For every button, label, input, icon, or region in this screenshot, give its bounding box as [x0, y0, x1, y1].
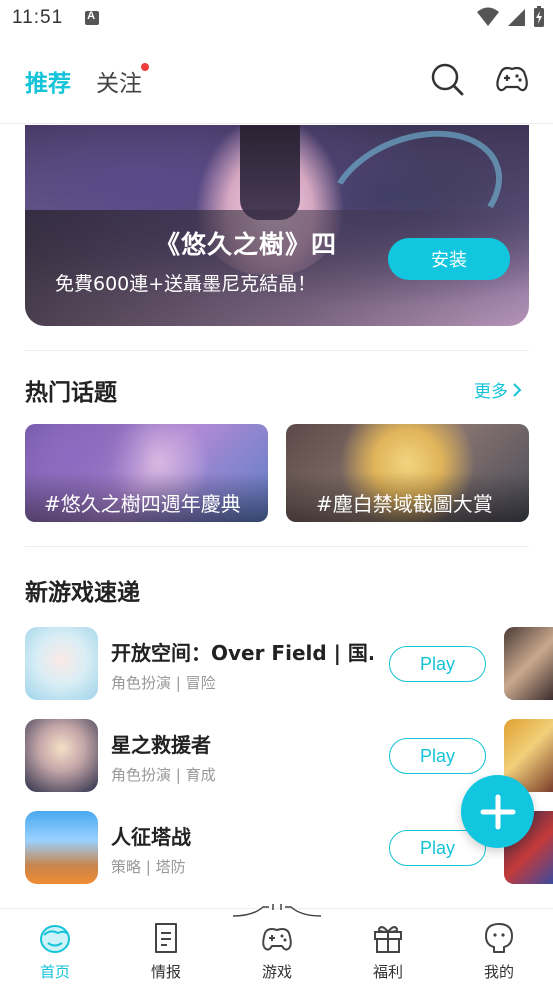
gamepad-icon[interactable] [495, 62, 529, 96]
add-fab-button[interactable] [461, 775, 534, 848]
unread-dot [141, 63, 149, 71]
game-tags: 策略 | 塔防 [111, 858, 186, 876]
plus-icon [480, 794, 515, 829]
divider [25, 546, 529, 547]
game-tags: 角色扮演 | 冒险 [111, 674, 216, 692]
game-tags: 角色扮演 | 育成 [111, 766, 216, 784]
bottom-nav: 首页 情报 游戏 福利 我的 [0, 904, 553, 984]
nav-home[interactable]: 首页 [15, 921, 95, 982]
game-avatar [25, 719, 98, 792]
nav-label: 情报 [150, 963, 181, 981]
game-avatar [25, 627, 98, 700]
nav-rewards[interactable]: 福利 [348, 921, 428, 982]
home-icon [40, 925, 70, 953]
hot-topics-title: 热门话题 [25, 380, 117, 406]
game-tab-bump [233, 904, 321, 917]
banner-title: 《悠久之樹》四 [155, 230, 338, 259]
topic-label: #塵白禁域截圖大賞 [316, 492, 493, 516]
game-avatar [25, 811, 98, 884]
status-time: 11:51 [12, 7, 64, 28]
status-indicators [477, 6, 545, 28]
banner-subtitle: 免費600連+送聶墨尼克結晶！ [55, 273, 317, 295]
new-games-title: 新游戏速递 [25, 580, 140, 606]
gift-icon [374, 926, 402, 953]
status-bar: 11:51 [0, 0, 553, 36]
promo-banner[interactable]: 《悠久之樹》四 免費600連+送聶墨尼克結晶！ 安装 [25, 125, 529, 326]
tab-follow[interactable]: 关注 [96, 64, 142, 98]
game-name: 人征塔战 [111, 825, 191, 849]
install-button[interactable]: 安装 [388, 238, 510, 280]
game-row[interactable]: 开放空间：Over Field | 国... 角色扮演 | 冒险 Play [25, 627, 495, 701]
nav-label: 首页 [39, 963, 70, 981]
topic-label: #悠久之樹四週年慶典 [44, 492, 241, 516]
play-button[interactable]: Play [389, 738, 486, 774]
topic-card[interactable]: #悠久之樹四週年慶典 [25, 424, 268, 522]
chevron-right-icon [513, 382, 522, 397]
nav-label: 福利 [372, 963, 403, 981]
nav-games[interactable]: 游戏 [237, 921, 317, 982]
search-icon[interactable] [430, 62, 464, 96]
divider [25, 350, 529, 351]
nav-news[interactable]: 情报 [126, 921, 206, 982]
game-name: 星之救援者 [111, 733, 211, 757]
topic-card[interactable]: #塵白禁域截圖大賞 [286, 424, 529, 522]
signal-icon [508, 9, 525, 26]
game-row[interactable]: 人征塔战 策略 | 塔防 Play [25, 811, 495, 885]
side-thumbnail[interactable] [504, 627, 553, 700]
tab-recommend[interactable]: 推荐 [25, 64, 71, 98]
wifi-icon [477, 7, 499, 26]
nav-profile[interactable]: 我的 [459, 921, 539, 982]
play-button[interactable]: Play [389, 646, 486, 682]
news-icon [155, 923, 177, 953]
game-name: 开放空间：Over Field | 国... [111, 641, 373, 665]
nav-label: 我的 [483, 963, 514, 981]
game-controller-icon [262, 928, 292, 951]
nav-label: 游戏 [261, 963, 292, 981]
top-nav: 推荐 关注 [0, 36, 553, 124]
profile-icon [485, 923, 513, 953]
more-link[interactable]: 更多 [474, 377, 522, 402]
battery-icon [534, 6, 544, 27]
banner-artwork-detail [240, 125, 300, 220]
game-row[interactable]: 星之救援者 角色扮演 | 育成 Play [25, 719, 495, 793]
notification-icon [85, 10, 100, 25]
more-label: 更多 [474, 382, 508, 402]
